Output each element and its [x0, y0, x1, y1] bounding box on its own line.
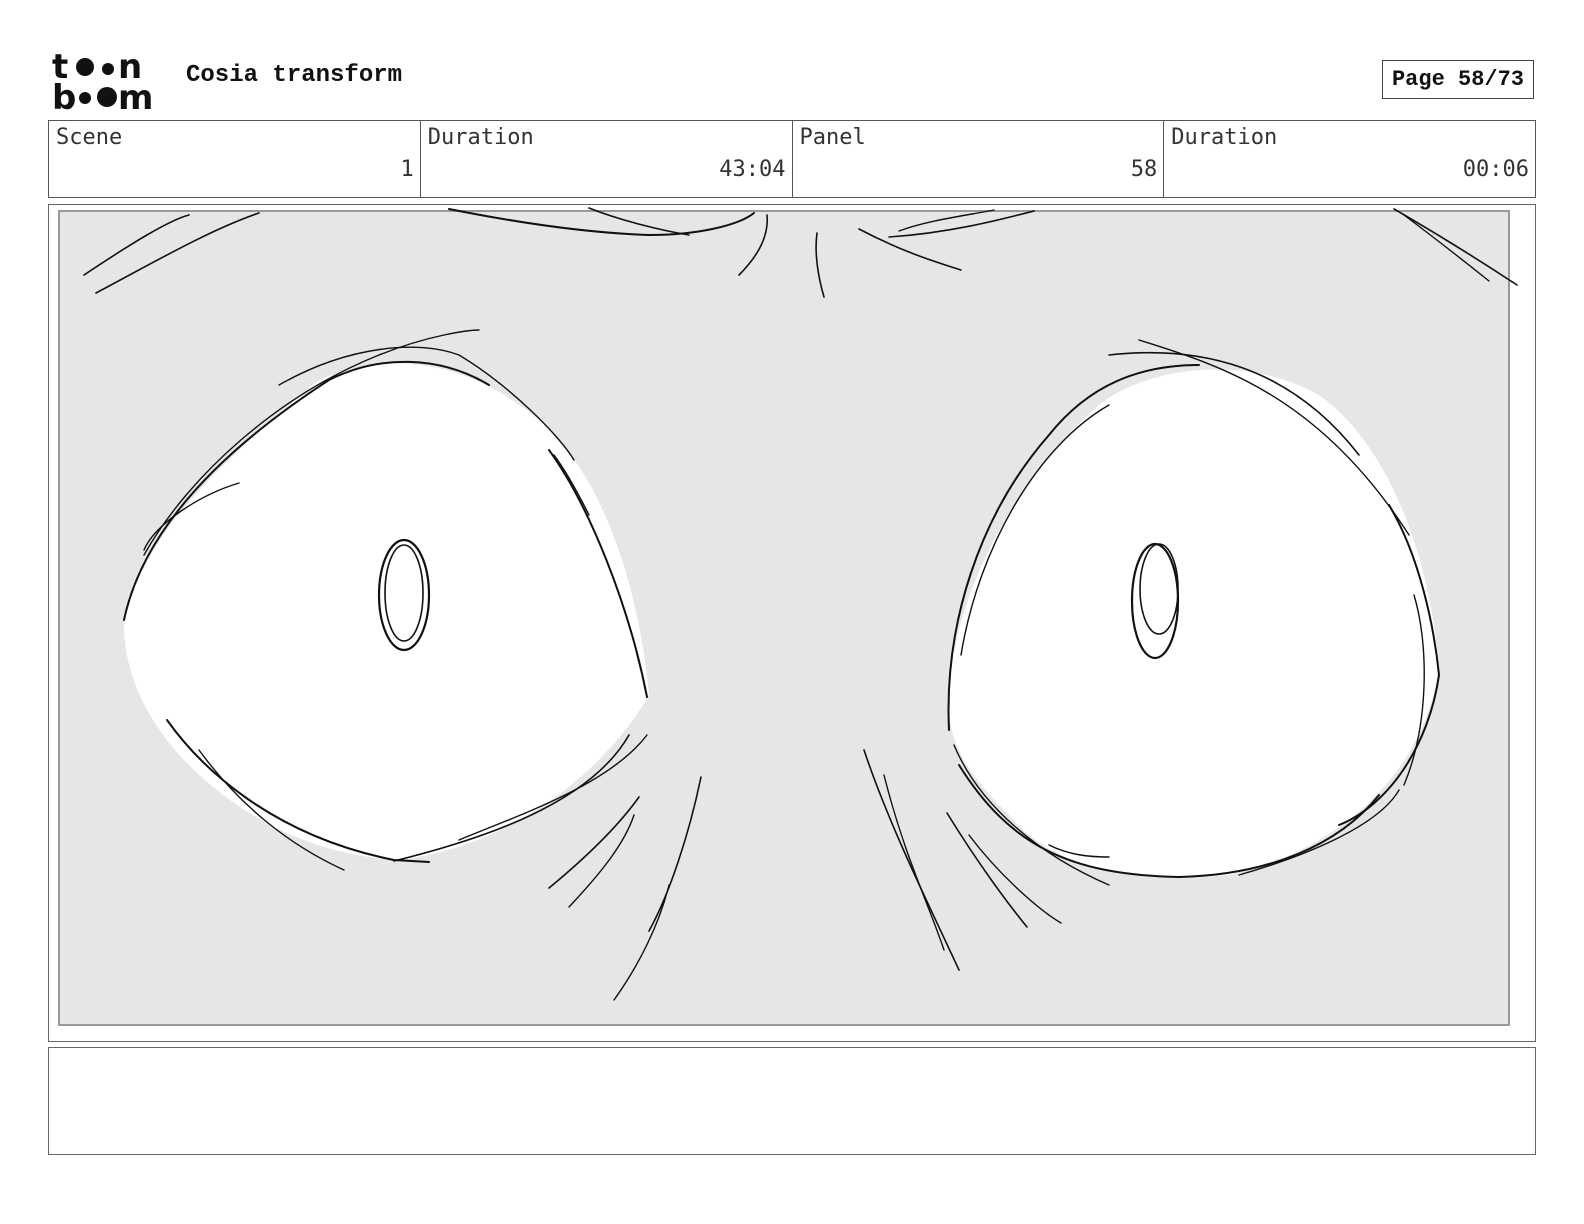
scene-cell: Scene 1	[49, 121, 421, 197]
panel-value: 58	[1130, 157, 1158, 182]
page-indicator: Page 58/73	[1382, 60, 1534, 99]
panel-duration-value: 00:06	[1462, 157, 1529, 182]
panel-label: Panel	[799, 125, 866, 150]
svg-text:m: m	[118, 78, 153, 112]
panel-duration-label: Duration	[1171, 125, 1278, 150]
scene-duration-cell: Duration 43:04	[421, 121, 793, 197]
panel-duration-cell: Duration 00:06	[1164, 121, 1535, 197]
panel-cell: Panel 58	[793, 121, 1165, 197]
scene-duration-value: 43:04	[719, 157, 786, 182]
panel-info-table: Scene 1 Duration 43:04 Panel 58 Duration…	[48, 120, 1536, 198]
panel-notes-box	[48, 1047, 1536, 1155]
scene-duration-label: Duration	[427, 125, 534, 150]
project-title: Cosia transform	[186, 62, 403, 89]
toon-boom-logo: t n b m	[52, 50, 153, 112]
scene-label: Scene	[56, 125, 123, 150]
page-indicator-text: Page 58/73	[1391, 67, 1525, 92]
scene-value: 1	[400, 157, 414, 182]
storyboard-panel	[48, 204, 1536, 1042]
panel-drawing	[58, 207, 1518, 1026]
svg-text:b: b	[52, 78, 76, 112]
